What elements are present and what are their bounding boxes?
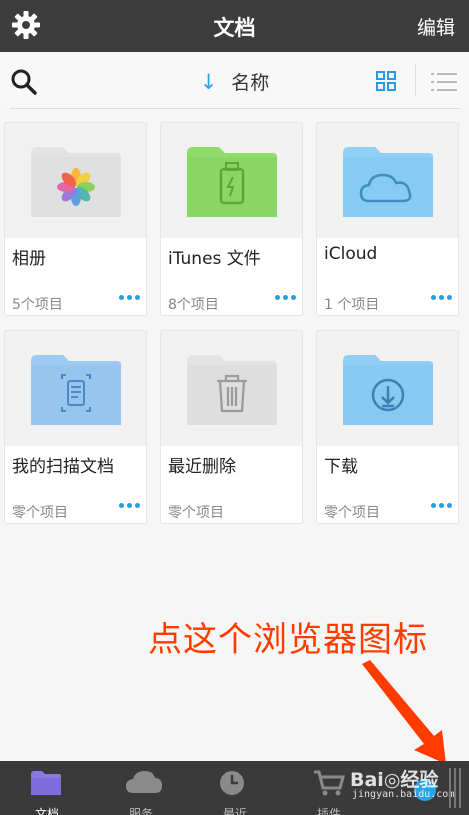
tab-label: 服务: [128, 807, 153, 815]
folder-thumbnail: [317, 331, 458, 446]
folder-item-count: 零个项目: [12, 505, 68, 521]
icloud-folder-icon: [343, 147, 433, 217]
folder-card-recently-deleted[interactable]: 最近删除 零个项目: [160, 330, 303, 524]
tab-label: 插件: [316, 807, 341, 815]
more-options-icon[interactable]: [430, 290, 454, 304]
folder-name: 相册: [12, 249, 46, 269]
folder-item-count: 8个项目: [168, 297, 219, 313]
folder-thumbnail: [5, 123, 146, 238]
download-folder-icon: [343, 355, 433, 425]
watermark-url: jingyan.baidu.com: [352, 789, 455, 800]
drag-handle-icon: [449, 768, 461, 808]
more-options-icon[interactable]: [430, 498, 454, 512]
folder-item-count: 5个项目: [12, 297, 63, 313]
divider: [10, 108, 460, 109]
page-title: 文档: [213, 16, 256, 40]
cloud-icon: [126, 771, 162, 793]
folder-thumbnail: [317, 123, 458, 238]
scan-folder-icon: [31, 355, 121, 425]
annotation-text: 点这个浏览器图标: [148, 620, 428, 660]
toolbar: ↓ 名称: [0, 52, 469, 110]
tab-services[interactable]: 服务: [94, 761, 188, 815]
photos-folder-icon: [31, 147, 121, 217]
folder-name: iCloud: [324, 244, 378, 264]
itunes-usb-folder-icon: [187, 147, 277, 217]
sort-label: 名称: [231, 72, 270, 94]
watermark-logo: Bai◎经验: [350, 769, 439, 791]
folder-item-count: 1 个项目: [324, 297, 380, 313]
folder-item-count: 零个项目: [324, 505, 380, 521]
trash-folder-icon: [187, 355, 277, 425]
folder-item-count: 零个项目: [168, 505, 224, 521]
folder-card-icloud[interactable]: iCloud 1 个项目: [316, 122, 459, 316]
tab-label: 文档: [34, 807, 59, 815]
folder-card-photos[interactable]: 相册 5个项目: [4, 122, 147, 316]
more-options-icon[interactable]: [118, 290, 142, 304]
folder-thumbnail: [5, 331, 146, 446]
divider: [415, 64, 416, 96]
top-nav-bar: 文档 编辑: [0, 0, 469, 52]
folder-name: 下载: [324, 457, 358, 477]
folder-thumbnail: [161, 331, 302, 446]
edit-button[interactable]: 编辑: [417, 13, 455, 40]
folder-card-downloads[interactable]: 下载 零个项目: [316, 330, 459, 524]
list-view-icon[interactable]: [431, 71, 457, 93]
clock-icon: [220, 771, 244, 795]
sort-by-name-button[interactable]: ↓ 名称: [0, 68, 469, 95]
folder-thumbnail: [161, 123, 302, 238]
sort-arrow-icon: ↓: [199, 70, 218, 94]
folder-icon: [31, 771, 61, 795]
tab-recent[interactable]: 最近: [188, 761, 282, 815]
tab-label: 最近: [222, 807, 247, 815]
grid-view-icon[interactable]: [375, 70, 397, 92]
tab-documents[interactable]: 文档: [0, 761, 94, 815]
folder-name: 我的扫描文档: [12, 457, 114, 477]
annotation-arrow-icon: [362, 660, 446, 764]
folder-name: 最近删除: [168, 457, 236, 477]
more-options-icon[interactable]: [118, 498, 142, 512]
folder-card-scans[interactable]: 我的扫描文档 零个项目: [4, 330, 147, 524]
folder-card-itunes[interactable]: iTunes 文件 8个项目: [160, 122, 303, 316]
cart-icon: [314, 770, 345, 796]
folder-name: iTunes 文件: [168, 249, 261, 269]
more-options-icon[interactable]: [274, 290, 298, 304]
